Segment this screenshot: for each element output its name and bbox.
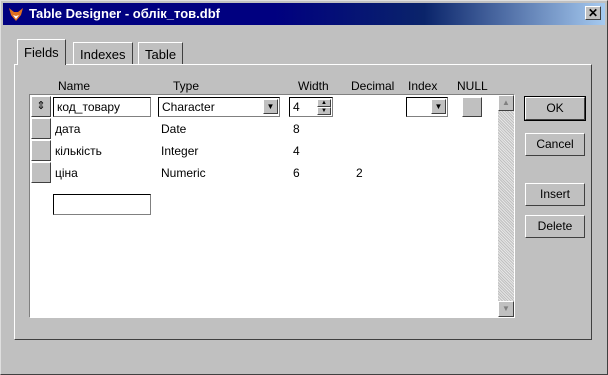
fields-tab-panel — [14, 64, 592, 340]
tab-table[interactable]: Table — [138, 42, 184, 64]
table-designer-window: Table Designer - облік_тов.dbf ✕ Fields … — [0, 0, 608, 375]
close-icon: ✕ — [587, 6, 599, 20]
tab-fields[interactable]: Fields — [17, 39, 66, 65]
close-button[interactable]: ✕ — [585, 6, 601, 20]
window-title: Table Designer - облік_тов.dbf — [29, 6, 220, 21]
tab-indexes[interactable]: Indexes — [73, 42, 133, 64]
title-bar[interactable]: Table Designer - облік_тов.dbf ✕ — [3, 3, 605, 25]
fox-icon — [9, 8, 23, 21]
